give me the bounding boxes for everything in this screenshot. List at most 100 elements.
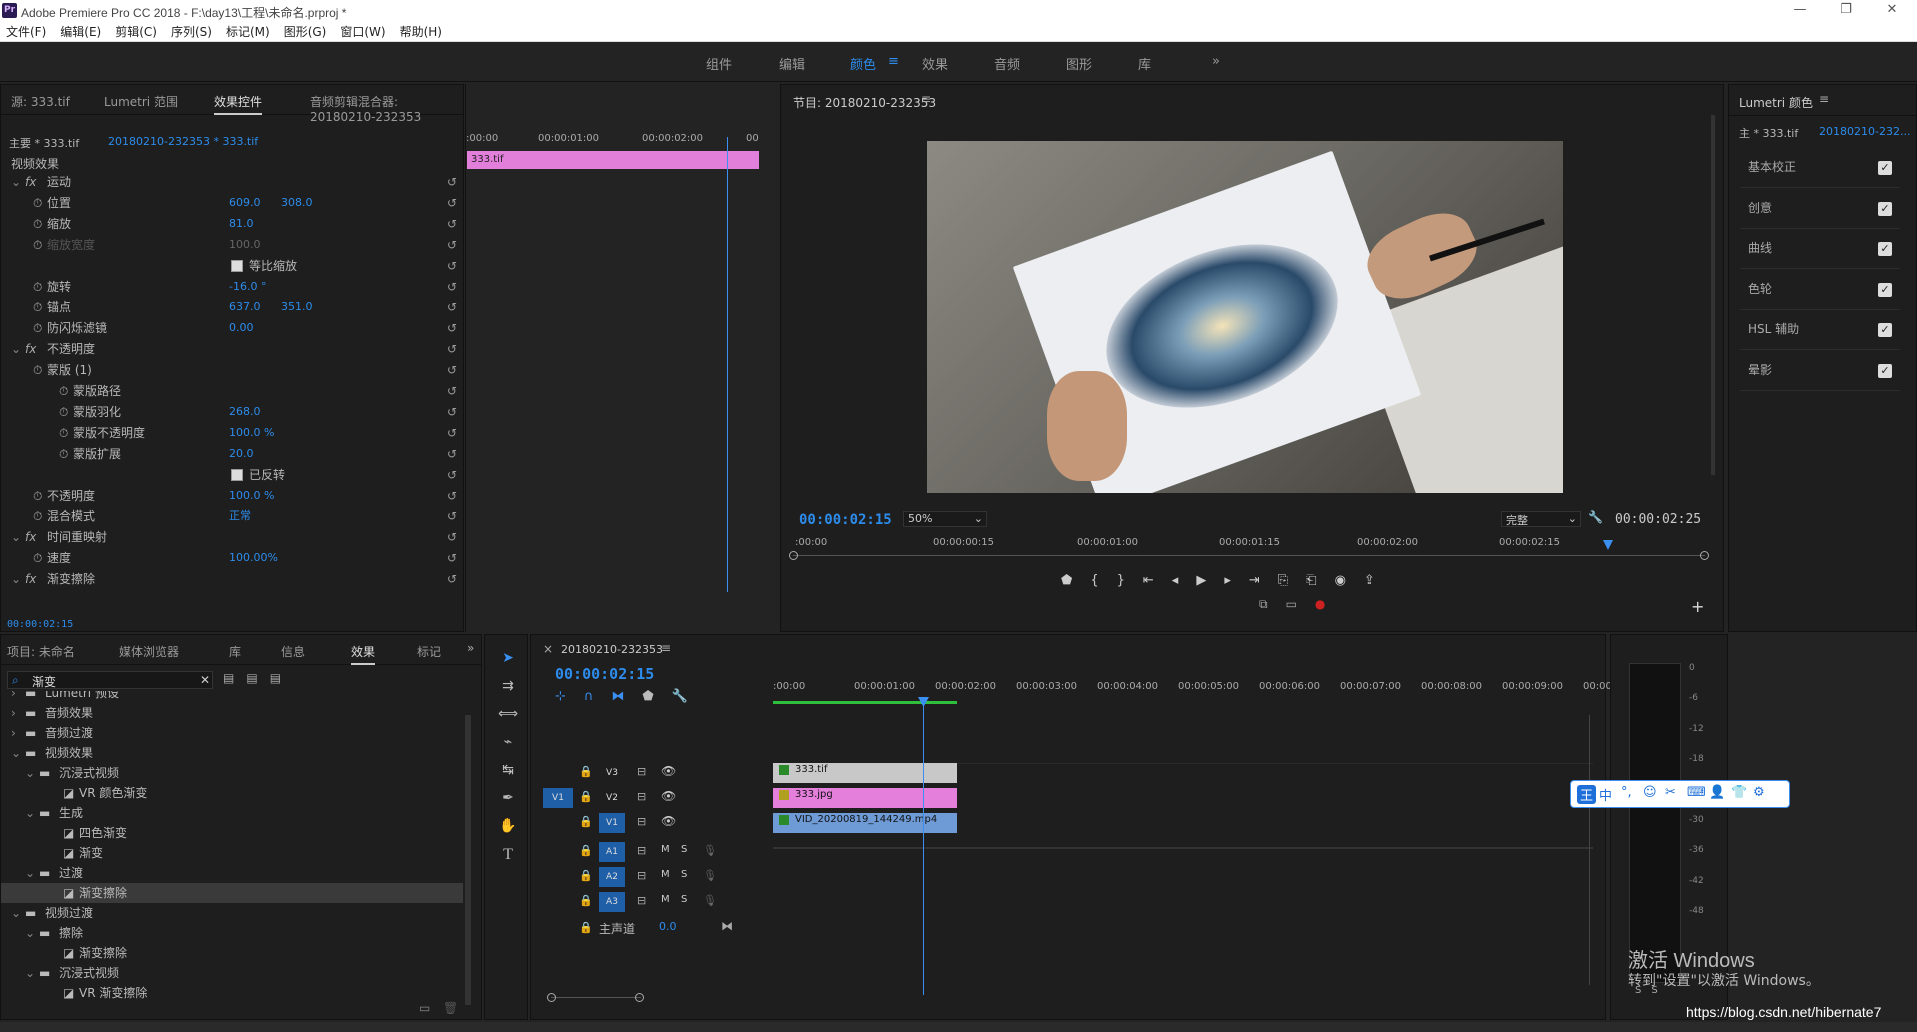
go-to-in-icon[interactable]: ⇤ (1143, 573, 1172, 588)
program-ruler[interactable]: :00:00 00:00:00:15 00:00:01:00 00:00:01:15 0… (795, 533, 1705, 553)
expand-chevron-icon[interactable]: ⌄ (11, 570, 21, 588)
effect-property-row[interactable]: ⌄ fx 时间重映射 ↺ (1, 528, 465, 546)
share-icon[interactable]: ⇪ (1364, 573, 1393, 588)
stopwatch-icon[interactable]: ⏱ (33, 549, 42, 567)
lumetri-section[interactable]: 色轮 ✓ (1740, 270, 1900, 310)
lumetri-section[interactable]: HSL 辅助 ✓ (1740, 310, 1900, 350)
effect-property-row[interactable]: ⏱ 蒙版不透明度 100.0 % ↺ (1, 424, 465, 442)
chevron-right-icon[interactable]: › (11, 723, 16, 743)
effect-property-row[interactable]: ⏱ 混合模式 正常 ↺ (1, 507, 465, 525)
property-value-2[interactable]: 308.0 (281, 194, 313, 212)
reset-icon[interactable]: ↺ (447, 382, 457, 400)
section-enable-checkbox[interactable]: ✓ (1878, 201, 1892, 216)
effect-property-row[interactable]: ⏱ 缩放宽度 100.0 ↺ (1, 236, 465, 254)
effects-scrollbar[interactable] (465, 715, 471, 1005)
lock-icon[interactable]: 🔒 (579, 844, 593, 857)
timeline-zoom-left[interactable] (547, 993, 556, 1002)
reset-icon[interactable]: ↺ (447, 445, 457, 463)
export-frame-icon[interactable]: ◉ (1335, 573, 1364, 588)
sync-lock-icon[interactable]: ⊟ (637, 790, 646, 803)
step-forward-icon[interactable]: ▸ (1224, 573, 1249, 588)
source-patch[interactable]: V1 (543, 788, 573, 808)
stopwatch-icon[interactable]: ⏱ (59, 445, 68, 463)
mark-in-icon[interactable]: { (1090, 573, 1116, 588)
add-marker-icon[interactable]: ⬟ (1061, 573, 1090, 588)
workspace-tab[interactable]: 图形 (1066, 54, 1092, 73)
quality-select[interactable]: 完整 ⌄ (1501, 511, 1581, 527)
hand-tool-icon[interactable]: ✋ (497, 818, 519, 840)
menu-item[interactable]: 标记(M) (226, 22, 270, 42)
lumetri-section[interactable]: 基本校正 ✓ (1740, 148, 1900, 188)
extract-icon[interactable]: ⎗ (1306, 573, 1334, 588)
tree-folder[interactable]: ⌄ ▬ 生成 (1, 803, 463, 823)
sync-lock-icon[interactable]: ⊟ (637, 765, 646, 778)
menu-item[interactable]: 帮助(H) (400, 22, 442, 42)
effect-property-row[interactable]: ⏱ 防闪烁滤镜 0.00 ↺ (1, 319, 465, 337)
stopwatch-icon[interactable]: ⏱ (33, 507, 42, 525)
effect-property-row[interactable]: ⏱ 蒙版 (1) ↺ (1, 361, 465, 379)
property-value[interactable]: 正常 (229, 507, 251, 525)
sync-lock-icon[interactable]: ⊟ (637, 815, 646, 828)
effect-property-row[interactable]: 已反转 ↺ (1, 466, 465, 484)
reset-icon[interactable]: ↺ (447, 340, 457, 358)
chevron-right-icon[interactable]: › (11, 703, 16, 723)
lift-icon[interactable]: ⎘ (1278, 573, 1306, 588)
zoom-select[interactable]: 50% ⌄ (903, 511, 987, 527)
timeline-clip[interactable]: VID_20200819_144249.mp4 (773, 813, 957, 833)
panel-tab[interactable]: 效果控件 (214, 93, 263, 115)
accelerated-effects-icon[interactable]: ▤ (223, 671, 246, 685)
reset-icon[interactable]: ↺ (447, 278, 457, 296)
menu-item[interactable]: 窗口(W) (340, 22, 385, 42)
panel-tab[interactable]: Lumetri 范围 (104, 93, 178, 110)
effect-property-row[interactable]: ⏱ 蒙版羽化 268.0 ↺ (1, 403, 465, 421)
panel-tab[interactable]: 音频剪辑混合器: 20180210-232353 (310, 93, 463, 124)
section-enable-checkbox[interactable]: ✓ (1878, 282, 1892, 297)
reset-icon[interactable]: ↺ (447, 507, 457, 525)
chevron-down-icon[interactable]: ⌄ (25, 963, 35, 983)
workspace-menu-icon[interactable]: ≡ (888, 54, 899, 69)
playhead-timecode[interactable]: 00:00:02:15 (799, 512, 892, 528)
stopwatch-icon[interactable]: ⏱ (33, 487, 42, 505)
stopwatch-icon[interactable]: ⏱ (59, 403, 68, 421)
tree-effect[interactable]: ◪ 四色渐变 (1, 823, 463, 843)
reset-icon[interactable]: ↺ (447, 257, 457, 275)
mark-out-icon[interactable]: } (1117, 573, 1143, 588)
workspace-tab[interactable]: 编辑 (779, 54, 805, 73)
reset-icon[interactable]: ↺ (447, 549, 457, 567)
property-value[interactable]: 20.0 (229, 445, 254, 463)
chevron-down-icon[interactable]: ⌄ (25, 863, 35, 883)
lumetri-section[interactable]: 创意 ✓ (1740, 189, 1900, 229)
chevron-down-icon[interactable]: ⌄ (11, 743, 21, 763)
panel-menu-icon[interactable]: ≡ (921, 92, 931, 106)
eye-icon[interactable]: 👁 (661, 789, 676, 803)
section-enable-checkbox[interactable]: ✓ (1878, 323, 1892, 337)
property-value[interactable]: 100.00% (229, 549, 278, 567)
reset-icon[interactable]: ↺ (447, 173, 457, 191)
effect-property-row[interactable]: ⌄ fx 不透明度 ↺ (1, 340, 465, 358)
new-bin-icon[interactable]: ▭ (419, 1001, 430, 1015)
close-sequence-icon[interactable]: × (543, 642, 553, 656)
clear-search-icon[interactable]: ✕ (200, 673, 210, 687)
timeline-playhead[interactable] (923, 705, 924, 995)
go-to-out-icon[interactable]: ⇥ (1249, 573, 1278, 588)
section-enable-checkbox[interactable]: ✓ (1878, 161, 1892, 175)
tree-folder[interactable]: ⌄ ▬ 过渡 (1, 863, 463, 883)
ripple-edit-tool-icon[interactable]: ⟺ (497, 706, 519, 728)
panel-tab[interactable]: 信息 (281, 643, 305, 660)
property-value[interactable]: 0.00 (229, 319, 254, 337)
timeline-timecode[interactable]: 00:00:02:15 (555, 665, 654, 683)
effect-property-row[interactable]: ⏱ 蒙版扩展 20.0 ↺ (1, 445, 465, 463)
stopwatch-icon[interactable]: ⏱ (33, 278, 42, 296)
linked-selection-icon[interactable]: ⧓ (611, 689, 642, 704)
button-editor-icon[interactable]: ⧉ (1259, 597, 1286, 611)
fx-badge-icon[interactable]: fx (25, 528, 36, 546)
tree-folder[interactable]: ⌄ ▬ 视频效果 (1, 743, 463, 763)
master-volume[interactable]: 0.0 (659, 920, 677, 933)
property-value[interactable]: 609.0 (229, 194, 261, 212)
chevron-right-icon[interactable]: › (11, 691, 16, 703)
property-value-2[interactable]: 351.0 (281, 298, 313, 316)
menu-item[interactable]: 图形(G) (284, 22, 327, 42)
nest-icon[interactable]: ⊹ (555, 689, 584, 704)
section-enable-checkbox[interactable]: ✓ (1878, 363, 1892, 378)
lock-icon[interactable]: 🔒 (579, 765, 593, 778)
